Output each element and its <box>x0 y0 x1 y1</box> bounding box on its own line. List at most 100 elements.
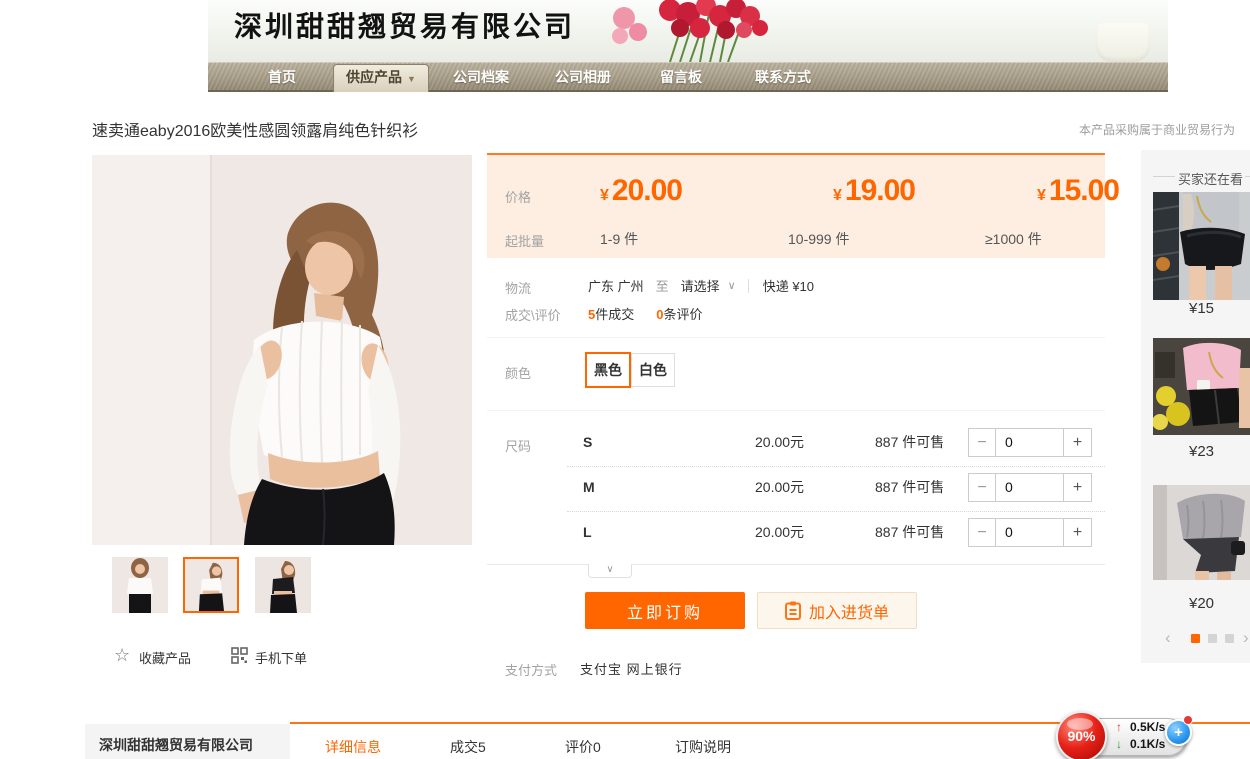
price-label: 价格 <box>505 187 531 206</box>
product-thumbnail-3[interactable] <box>255 557 311 613</box>
payment-label: 支付方式 <box>505 660 557 679</box>
store-name: 深圳甜甜翘贸易有限公司 <box>234 5 575 45</box>
decrement-button[interactable]: − <box>969 519 996 546</box>
increment-button[interactable]: + <box>1063 474 1091 501</box>
color-option-black[interactable]: 黑色 <box>585 352 631 388</box>
destination-select[interactable]: 请选择 <box>681 276 720 295</box>
nav-item-products[interactable]: 供应产品▼ <box>333 64 429 92</box>
decrement-button[interactable]: − <box>969 429 996 456</box>
size-row-m: M 20.00元 887 件可售 − 0 + <box>487 473 1105 502</box>
product-main-image[interactable] <box>92 155 472 545</box>
deals-text[interactable]: 件成交 <box>595 307 634 322</box>
nav-item-contact[interactable]: 联系方式 <box>755 62 811 92</box>
page: 深圳甜甜翘贸易有限公司 首页 供应产品▼ 公司档案 公司相册 留言板 联系方式 … <box>0 0 1250 759</box>
nav-item-label: 供应产品 <box>346 69 402 85</box>
carousel-dot-3[interactable] <box>1225 634 1234 643</box>
related-product-image-3[interactable] <box>1153 485 1250 580</box>
quantity-value[interactable]: 0 <box>996 474 1063 501</box>
product-title: 速卖通eaby2016欧美性感圆领露肩纯色针织衫 <box>92 117 418 141</box>
reviews-text[interactable]: 条评价 <box>663 307 702 322</box>
quantity-value[interactable]: 0 <box>996 429 1063 456</box>
payment-methods: 支付宝 网上银行 <box>580 659 683 678</box>
carousel-next-icon[interactable]: › <box>1243 628 1249 648</box>
divider <box>487 337 1105 338</box>
currency-symbol: ¥ <box>1037 187 1046 205</box>
store-nav: 首页 供应产品▼ 公司档案 公司相册 留言板 联系方式 <box>208 62 1168 92</box>
tier-price-value: 19.00 <box>845 174 915 208</box>
carousel-dot-2[interactable] <box>1208 634 1217 643</box>
related-product-image-1[interactable] <box>1153 192 1250 300</box>
size-name: L <box>583 518 592 547</box>
divider <box>567 511 1105 512</box>
increment-button[interactable]: + <box>1063 429 1091 456</box>
tier-qty-3: ≥1000 件 <box>985 229 1042 249</box>
quantity-stepper: − 0 + <box>968 428 1092 457</box>
size-stock: 887 件可售 <box>875 518 944 547</box>
expand-sizes-button[interactable]: ∨ <box>588 564 632 578</box>
size-name: M <box>583 473 595 502</box>
store-banner: 深圳甜甜翘贸易有限公司 <box>208 0 1168 62</box>
quantity-stepper: − 0 + <box>968 518 1092 547</box>
size-stock: 887 件可售 <box>875 473 944 502</box>
price-box: 价格 ¥ 20.00 ¥ 19.00 ¥ 15.00 起批量 1-9 件 10-… <box>487 153 1105 258</box>
size-price: 20.00元 <box>755 428 804 457</box>
title-dash <box>1245 176 1250 177</box>
tab-order-notes[interactable]: 订购说明 <box>675 737 731 757</box>
tier-qty-1: 1-9 件 <box>600 229 638 249</box>
divider <box>487 410 1105 411</box>
thumbnail-image <box>185 559 237 611</box>
related-products-sidebar: 买家还在看 ¥15 ¥23 <box>1141 150 1250 663</box>
related-product-price[interactable]: ¥23 <box>1153 443 1250 460</box>
upload-speed: 0.5K/s <box>1130 720 1165 734</box>
product-thumbnail-2-selected[interactable] <box>183 557 239 613</box>
nav-item-company-profile[interactable]: 公司档案 <box>453 62 509 92</box>
nav-item-message-board[interactable]: 留言板 <box>660 62 702 92</box>
tier-price-value: 15.00 <box>1049 174 1119 208</box>
mobile-order-button[interactable]: 手机下单 <box>255 648 307 667</box>
currency-symbol: ¥ <box>833 187 842 205</box>
logistics-origin: 广东 广州 <box>588 276 644 295</box>
download-arrow-icon: ↓ <box>1116 737 1122 751</box>
qr-code-icon[interactable] <box>231 647 248 664</box>
related-product-image-2[interactable] <box>1153 338 1250 435</box>
quantity-stepper: − 0 + <box>968 473 1092 502</box>
nav-item-company-album[interactable]: 公司相册 <box>555 62 611 92</box>
price-tier-3: ¥ 15.00 <box>1037 174 1119 208</box>
quantity-value[interactable]: 0 <box>996 519 1063 546</box>
color-label: 颜色 <box>505 363 531 382</box>
download-widget: ↑ 0.5K/s ↓ 0.1K/s + 90% <box>1053 711 1198 759</box>
decrement-button[interactable]: − <box>969 474 996 501</box>
add-to-cart-label: 加入进货单 <box>809 599 889 623</box>
related-title: 买家还在看 <box>1178 169 1243 188</box>
increment-button[interactable]: + <box>1063 519 1091 546</box>
related-product-price[interactable]: ¥20 <box>1153 595 1250 612</box>
color-option-white[interactable]: 白色 <box>631 353 675 387</box>
stats-label: 成交\评价 <box>505 305 561 324</box>
thumbnail-image <box>255 557 311 613</box>
tab-deals[interactable]: 成交5 <box>450 737 486 757</box>
tab-detail-info[interactable]: 详细信息 <box>325 737 381 757</box>
flower-bouquet-image <box>608 0 788 62</box>
chevron-down-icon[interactable]: ∨ <box>728 279 736 292</box>
related-product-price[interactable]: ¥15 <box>1153 300 1250 317</box>
price-tier-1: ¥ 20.00 <box>600 174 682 208</box>
order-now-button[interactable]: 立即订购 <box>585 592 745 629</box>
carousel-prev-icon[interactable]: ‹ <box>1165 628 1171 648</box>
footer-company-name: 深圳甜甜翘贸易有限公司 <box>85 724 290 759</box>
tier-qty-2: 10-999 件 <box>788 229 849 249</box>
favorite-product-button[interactable]: 收藏产品 <box>139 648 191 667</box>
add-to-cart-button[interactable]: 加入进货单 <box>757 592 917 629</box>
size-name: S <box>583 428 592 457</box>
size-price: 20.00元 <box>755 473 804 502</box>
product-thumbnail-1[interactable] <box>112 557 168 613</box>
stats-row: 5件成交0条评价 <box>588 304 703 323</box>
title-dash <box>1153 176 1175 177</box>
carousel-dot-1[interactable] <box>1191 634 1200 643</box>
price-tier-2: ¥ 19.00 <box>833 174 915 208</box>
tab-reviews[interactable]: 评价0 <box>565 737 601 757</box>
progress-badge[interactable]: 90% <box>1056 711 1107 759</box>
nav-item-home[interactable]: 首页 <box>268 62 296 92</box>
star-icon[interactable]: ☆ <box>114 645 130 666</box>
thumbnail-image <box>112 557 168 613</box>
vase-image <box>1096 23 1150 62</box>
